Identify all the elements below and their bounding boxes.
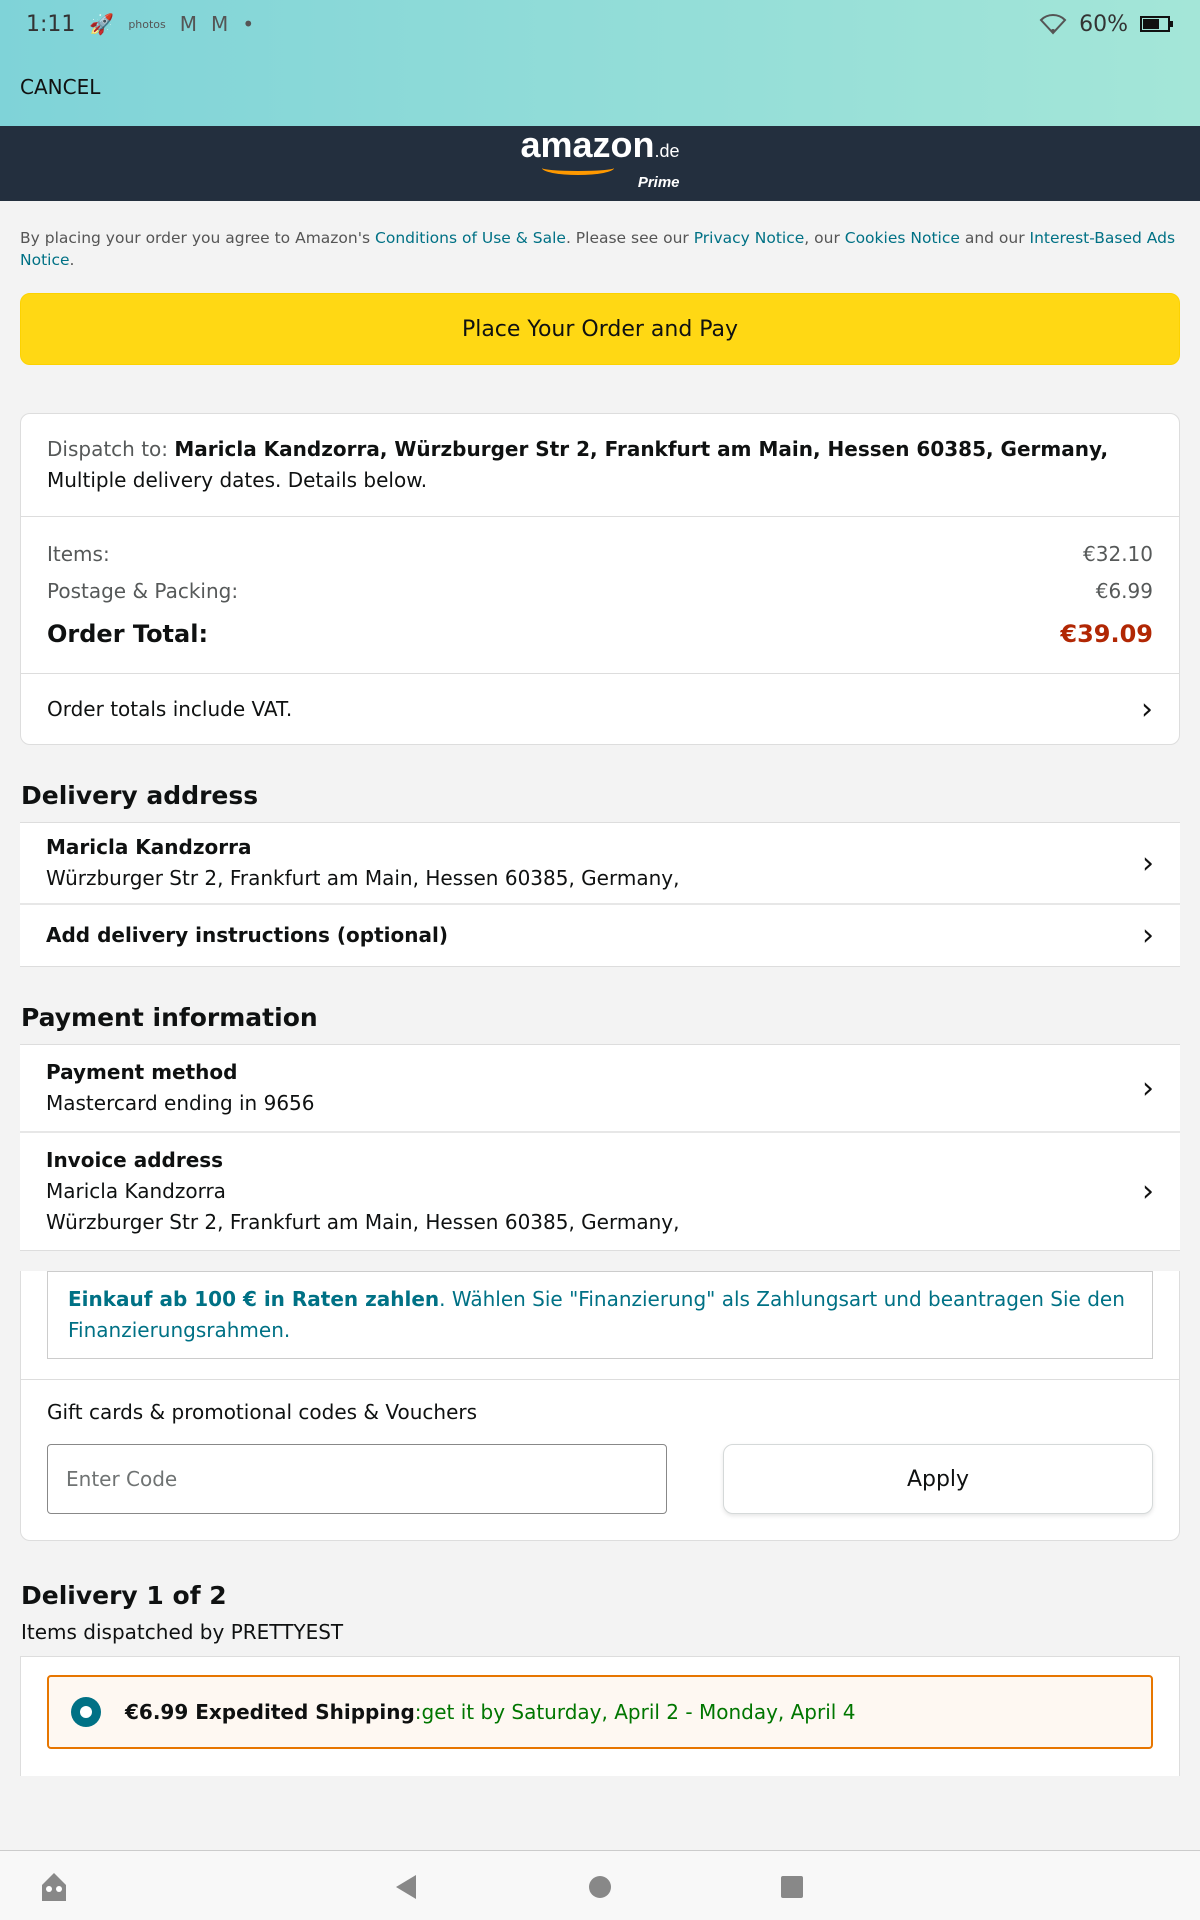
chevron-right-icon: › <box>1142 1174 1154 1209</box>
order-totals: Items: €32.10 Postage & Packing: €6.99 O… <box>21 517 1179 674</box>
gift-code-label: Gift cards & promotional codes & Voucher… <box>47 1400 478 1424</box>
vat-row[interactable]: Order totals include VAT. › <box>21 674 1179 744</box>
payment-method-value: Mastercard ending in 9656 <box>46 1091 315 1115</box>
delivery-address-title: Delivery address <box>21 781 259 810</box>
payment-title: Payment information <box>21 1003 318 1032</box>
financing-notice[interactable]: Einkauf ab 100 € in Raten zahlen. Wählen… <box>47 1271 1153 1359</box>
delivery-title: Delivery 1 of 2 <box>21 1581 227 1610</box>
promo-code-input[interactable] <box>47 1444 667 1514</box>
recipient-address: Würzburger Str 2, Frankfurt am Main, Hes… <box>46 866 680 890</box>
rocket-icon: 🚀 <box>89 12 115 36</box>
dot-icon: • <box>242 12 255 36</box>
apply-button[interactable]: Apply <box>723 1444 1153 1514</box>
home-icon[interactable] <box>588 1875 612 1899</box>
recipient-name: Maricla Kandzorra <box>46 835 252 859</box>
dispatch-info: Dispatch to: Maricla Kandzorra, Würzburg… <box>21 414 1179 517</box>
delivery-subtitle: Items dispatched by PRETTYEST <box>21 1620 344 1644</box>
gmail-icon: M <box>211 12 229 36</box>
chevron-right-icon: › <box>1141 691 1153 727</box>
place-order-button[interactable]: Place Your Order and Pay <box>20 293 1180 365</box>
delivery-estimate: get it by Saturday, April 2 - Monday, Ap… <box>421 1700 856 1724</box>
order-total-row: Order Total: €39.09 <box>47 620 1153 648</box>
wifi-icon <box>1039 14 1067 35</box>
invoice-address-row[interactable]: Invoice address Maricla Kandzorra Würzbu… <box>20 1133 1180 1251</box>
radio-selected-icon[interactable] <box>71 1697 101 1727</box>
privacy-link[interactable]: Privacy Notice <box>694 229 805 247</box>
battery-level: 60% <box>1079 11 1128 37</box>
back-icon[interactable] <box>394 1873 420 1901</box>
cancel-button[interactable]: CANCEL <box>20 75 100 99</box>
chevron-right-icon: › <box>1142 845 1154 881</box>
smile-arrow-icon <box>542 161 615 175</box>
payment-extras: Einkauf ab 100 € in Raten zahlen. Wählen… <box>20 1271 1180 1541</box>
gmail-icon: M <box>179 12 198 36</box>
brand-header: amazon.de Prime <box>0 126 1200 201</box>
shipping-options: €6.99 Expedited Shipping : get it by Sat… <box>20 1656 1180 1776</box>
payment-panel: Payment method Mastercard ending in 9656… <box>20 1044 1180 1251</box>
gift-code-section: Gift cards & promotional codes & Voucher… <box>21 1379 1179 1540</box>
chevron-right-icon: › <box>1142 918 1154 953</box>
order-total-value: €39.09 <box>1060 620 1153 648</box>
system-nav-bar <box>0 1850 1200 1920</box>
top-bar: CANCEL <box>0 48 1200 126</box>
items-row: Items: €32.10 <box>47 541 1153 566</box>
amazon-logo: amazon.de Prime <box>520 123 680 191</box>
status-bar: 1:11 🚀 photos M M • 60% <box>0 0 1200 48</box>
cookies-link[interactable]: Cookies Notice <box>845 229 960 247</box>
status-time: 1:11 <box>26 11 76 37</box>
delivery-instructions-row[interactable]: Add delivery instructions (optional) › <box>20 905 1180 967</box>
photos-icon: photos <box>128 17 166 31</box>
home-app-icon[interactable] <box>38 1869 70 1903</box>
delivery-address-panel: Maricla Kandzorra Würzburger Str 2, Fran… <box>20 822 1180 967</box>
legal-notice: By placing your order you agree to Amazo… <box>20 229 1176 269</box>
payment-method-row[interactable]: Payment method Mastercard ending in 9656… <box>20 1045 1180 1133</box>
conditions-link[interactable]: Conditions of Use & Sale <box>375 229 566 247</box>
shipping-option-expedited[interactable]: €6.99 Expedited Shipping : get it by Sat… <box>47 1675 1153 1749</box>
dispatch-address: Maricla Kandzorra, Würzburger Str 2, Fra… <box>174 437 1109 461</box>
battery-icon <box>1140 16 1173 32</box>
recents-icon[interactable] <box>780 1875 804 1899</box>
postage-row: Postage & Packing: €6.99 <box>47 578 1153 603</box>
chevron-right-icon: › <box>1142 1070 1154 1106</box>
delivery-address-row[interactable]: Maricla Kandzorra Würzburger Str 2, Fran… <box>20 823 1180 905</box>
order-summary: Dispatch to: Maricla Kandzorra, Würzburg… <box>20 413 1180 745</box>
